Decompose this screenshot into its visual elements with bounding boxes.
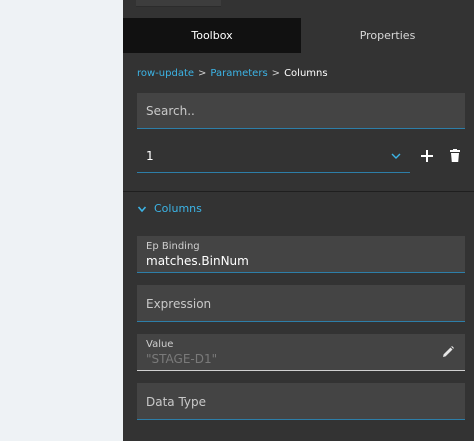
expression-placeholder: Expression <box>146 297 212 311</box>
value-label: Value <box>146 339 174 350</box>
ep-binding-value: matches.BinNum <box>146 254 249 268</box>
trash-icon[interactable] <box>447 148 463 164</box>
plus-icon[interactable] <box>419 148 435 164</box>
section-divider <box>123 191 474 192</box>
breadcrumb-row-update[interactable]: row-update <box>137 68 194 79</box>
breadcrumb-separator: > <box>198 68 207 79</box>
tab-toolbox[interactable]: Toolbox <box>123 18 301 53</box>
value-field[interactable]: Value "STAGE-D1" <box>137 334 465 371</box>
index-select[interactable]: 1 <box>137 140 410 173</box>
data-type-placeholder: Data Type <box>146 395 207 409</box>
top-control-stub[interactable] <box>136 0 221 7</box>
ep-binding-field[interactable]: Ep Binding matches.BinNum <box>137 236 465 273</box>
breadcrumb-separator: > <box>271 68 281 79</box>
search-placeholder: Search.. <box>146 104 195 118</box>
expression-field[interactable]: Expression <box>137 285 465 322</box>
side-panel: Toolbox Properties row-update > Parameters… <box>123 0 474 441</box>
value-value: "STAGE-D1" <box>146 352 218 366</box>
index-select-value: 1 <box>146 149 154 163</box>
search-input[interactable]: Search.. <box>137 93 465 129</box>
pencil-icon[interactable] <box>441 345 455 359</box>
section-title: Columns <box>154 202 202 215</box>
canvas-area <box>0 0 123 441</box>
panel-tabs: Toolbox Properties <box>123 18 474 53</box>
breadcrumb-current: Columns <box>284 68 328 79</box>
breadcrumb: row-update > Parameters > Columns <box>137 68 328 79</box>
ep-binding-label: Ep Binding <box>146 241 200 252</box>
tab-properties[interactable]: Properties <box>301 18 474 53</box>
data-type-field[interactable]: Data Type <box>137 383 465 420</box>
breadcrumb-parameters[interactable]: Parameters <box>210 68 267 79</box>
chevron-down-icon <box>137 206 147 213</box>
chevron-down-icon <box>391 153 401 159</box>
